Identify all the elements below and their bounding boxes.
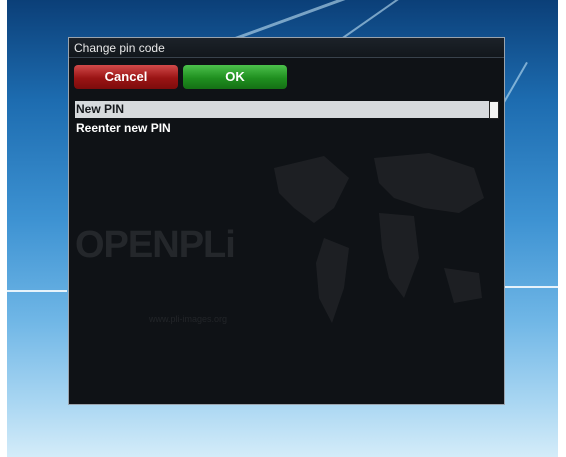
ok-button[interactable]: OK [183, 65, 287, 89]
dialog-title: Change pin code [74, 41, 165, 55]
horizon-streak [7, 290, 67, 292]
new-pin-field[interactable]: New PIN [75, 101, 499, 119]
openpli-url-watermark: www.pli-images.org [149, 314, 228, 324]
dialog-title-bar: Change pin code [69, 38, 504, 58]
change-pin-dialog: OPENPLi www.pli-images.org Change pin co… [68, 37, 505, 405]
world-map-watermark [274, 153, 484, 323]
reenter-pin-field[interactable]: Reenter new PIN [75, 120, 499, 137]
reenter-pin-label: Reenter new PIN [76, 121, 171, 135]
horizon-streak [502, 286, 558, 288]
tv-screen: OPENPLi www.pli-images.org Change pin co… [7, 0, 558, 457]
text-cursor [489, 101, 499, 119]
cancel-button[interactable]: Cancel [74, 65, 178, 89]
openpli-logo-watermark: OPENPLi [75, 224, 236, 266]
new-pin-label: New PIN [76, 102, 125, 116]
